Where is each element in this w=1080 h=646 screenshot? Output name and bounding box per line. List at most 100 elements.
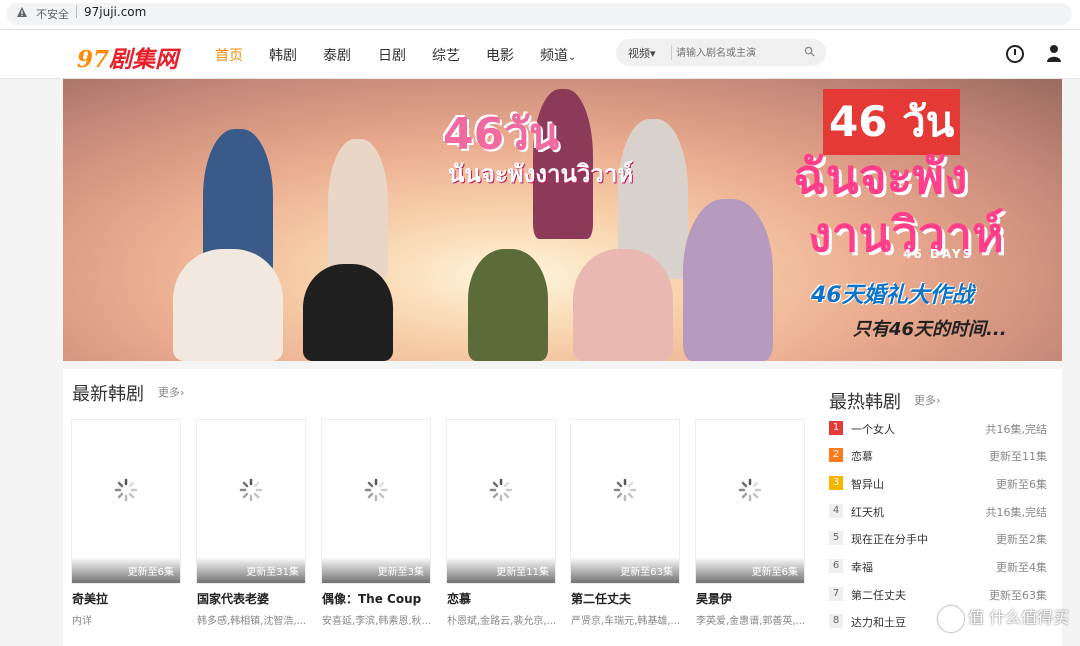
nav-variety[interactable]: 综艺 [432,45,460,65]
url-bar[interactable] [6,3,1072,25]
show-card[interactable]: 更新至11集 [446,419,556,584]
episode-badge: 更新至31集 [246,567,299,578]
show-card[interactable]: 更新至3集 [321,419,431,584]
rank-badge: 5 [829,531,843,545]
hot-item-name: 智异山 [851,478,884,491]
show-title[interactable]: 偶像：The Coup [322,590,432,607]
hot-list-item[interactable]: 6 幸福 更新至4集 [829,557,1047,577]
banner-cn-title: 46天婚礼大作战 [811,283,974,308]
site-logo[interactable]: 97剧集网 [77,40,178,74]
hot-list-item[interactable]: 3 智异山 更新至6集 [829,474,1047,494]
hot-more-link[interactable]: 更多› [914,392,940,408]
card-overlay: 更新至11集 [447,557,555,583]
latest-section-title: 最新韩剧 [72,384,144,405]
loading-spinner-icon [489,478,513,502]
latest-more-link[interactable]: 更多› [158,384,184,400]
nav-channel[interactable]: 频道⌄ [540,45,576,65]
episode-badge: 更新至11集 [496,567,549,578]
card-overlay: 更新至63集 [571,557,679,583]
loading-spinner-icon [364,478,388,502]
hot-list-item[interactable]: 5 现在正在分手中 更新至2集 [829,529,1047,549]
show-cast: 朴恩斌,金路云,裴允京,... [447,616,555,627]
show-cast: 李英爱,金惠谱,郭善英,... [696,616,804,627]
warning-icon [17,7,27,17]
loading-spinner-icon [114,478,138,502]
hot-item-name: 一个女人 [851,423,895,436]
search-category-select[interactable]: 视频▾ [628,45,656,61]
hot-section-title: 最热韩剧 [829,392,901,413]
hot-list-item[interactable]: 1 一个女人 共16集,完结 [829,419,1047,439]
card-overlay: 更新至6集 [696,557,804,583]
user-icon[interactable] [1046,44,1062,62]
hot-item-name: 红天机 [851,506,884,519]
rank-badge: 6 [829,559,843,573]
hot-item-status: 更新至11集 [989,450,1047,463]
hot-item-name: 幸福 [851,561,873,574]
hot-item-name: 现在正在分手中 [851,533,928,546]
banner-figure [328,139,388,279]
rank-badge: 3 [829,476,843,490]
show-card[interactable]: 更新至31集 [196,419,306,584]
hot-list-item[interactable]: 2 恋慕 更新至11集 [829,446,1047,466]
hot-item-name: 第二任丈夫 [851,589,906,602]
search-icon[interactable] [804,46,815,57]
card-overlay: 更新至31集 [197,557,305,583]
show-cast: 严贤京,车瑞元,韩基雄,... [571,616,679,627]
hot-item-name: 达力和土豆 [851,616,906,629]
show-card[interactable]: 更新至63集 [570,419,680,584]
show-cast: 内详 [72,616,92,627]
divider [76,5,77,18]
rank-badge: 7 [829,587,843,601]
show-cast: 安喜延,李滨,韩素恩,秋... [322,616,430,627]
rank-badge: 4 [829,504,843,518]
loading-spinner-icon [738,478,762,502]
banner-figure [573,249,673,361]
banner-cn-subtitle: 只有46天的时间... [853,319,1007,340]
nav-thai[interactable]: 泰剧 [323,45,351,65]
hot-item-status: 共16集,完结 [985,506,1048,519]
banner-figure [173,249,283,361]
hot-item-name: 恋慕 [851,450,873,463]
card-overlay: 更新至3集 [322,557,430,583]
banner-thai-subtitle: นันจะพังงานวิวาห์ [448,160,634,188]
history-clock-icon[interactable] [1006,45,1024,63]
search-input[interactable] [674,44,803,62]
hot-item-status: 更新至2集 [996,533,1047,546]
hot-item-status: 更新至63集 [989,589,1047,602]
hot-item-status: 共16集,完结 [985,423,1048,436]
nav-home[interactable]: 首页 [215,45,243,65]
episode-badge: 更新至63集 [620,567,673,578]
banner-days-label: 46 DAYS [903,247,974,261]
nav-korean[interactable]: 韩剧 [269,45,297,65]
loading-spinner-icon [613,478,637,502]
watermark: 值 什么值得买 [938,604,1069,632]
divider [671,45,672,60]
show-title[interactable]: 昊景伊 [696,590,806,607]
hot-item-status: 更新至4集 [996,561,1047,574]
banner-figure [303,264,393,361]
episode-badge: 更新至6集 [751,567,798,578]
nav-movie[interactable]: 电影 [486,45,514,65]
security-label[interactable]: 不安全 [36,6,69,22]
rank-badge: 8 [829,614,843,628]
hot-list-item[interactable]: 7 第二任丈夫 更新至63集 [829,585,1047,605]
show-card[interactable]: 更新至6集 [71,419,181,584]
show-title[interactable]: 国家代表老婆 [197,590,307,607]
show-title[interactable]: 恋慕 [447,590,557,607]
url-text[interactable]: 97juji.com [84,5,146,19]
chevron-down-icon: ⌄ [568,52,577,63]
rank-badge: 1 [829,421,843,435]
show-card[interactable]: 更新至6集 [695,419,805,584]
show-cast: 韩多感,韩相镇,沈智浩,... [197,616,305,627]
hot-list-item[interactable]: 4 红天机 共16集,完结 [829,502,1047,522]
show-title[interactable]: 第二任丈夫 [571,590,681,607]
rank-badge: 2 [829,448,843,462]
nav-japanese[interactable]: 日剧 [378,45,406,65]
hero-banner[interactable]: 46วัน นันจะพังงานวิวาห์ 46 วัน ฉันจะพัง … [63,79,1062,361]
watermark-logo-icon [938,605,964,632]
site-header: 97剧集网 首页 韩剧 泰剧 日剧 综艺 电影 频道⌄ 视频▾ [0,30,1080,79]
banner-figure [683,199,773,361]
loading-spinner-icon [239,478,263,502]
show-title[interactable]: 奇美拉 [72,590,182,607]
banner-thai-big-3: งานวิวาห์ [808,207,1004,263]
